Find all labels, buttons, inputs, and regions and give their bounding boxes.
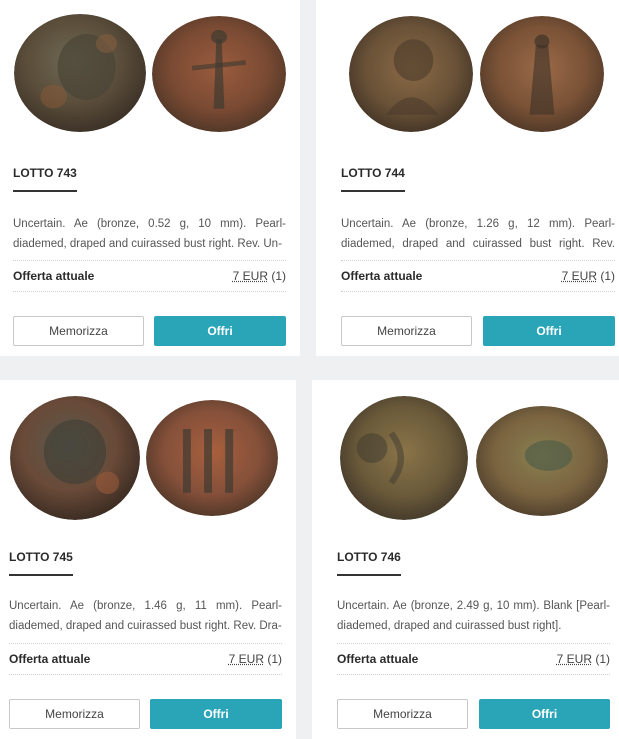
memorize-button[interactable]: Memorizza [341, 316, 472, 346]
lot-title[interactable]: LOTTO 745 [9, 550, 73, 564]
lot-description: Uncertain. Ae (bronze, 1.46 g, 11 mm). P… [9, 600, 282, 632]
lot-card: LOTTO 745 Uncertain. Ae (bronze, 1.46 g,… [0, 380, 296, 739]
title-underline [337, 574, 401, 576]
memorize-button[interactable]: Memorizza [13, 316, 144, 346]
price-amount[interactable]: 7 EUR [562, 269, 597, 283]
bid-count: (1) [267, 652, 282, 666]
offer-label: Offerta attuale [9, 652, 91, 666]
coin-images[interactable] [312, 396, 619, 520]
bid-count: (1) [271, 269, 286, 283]
current-offer-row: Offerta attuale 7 EUR (1) [9, 643, 282, 675]
current-offer-row: Offerta attuale 7 EUR (1) [341, 260, 615, 292]
price-amount[interactable]: 7 EUR [229, 652, 264, 666]
coin-images[interactable] [316, 14, 619, 132]
lot-card: LOTTO 746 Uncertain. Ae (bronze, 2.49 g,… [312, 380, 619, 739]
lot-title[interactable]: LOTTO 744 [341, 166, 405, 180]
coin-obverse-image[interactable] [340, 396, 468, 520]
current-offer-row: Offerta attuale 7 EUR (1) [337, 643, 610, 675]
offer-price: 7 EUR (1) [229, 652, 282, 666]
title-underline [341, 190, 405, 192]
coin-images[interactable] [0, 14, 300, 132]
price-amount[interactable]: 7 EUR [557, 652, 592, 666]
lot-description: Uncertain. Ae (bronze, 0.52 g, 10 mm). P… [13, 218, 286, 250]
offer-label: Offerta attuale [341, 269, 423, 283]
coin-obverse-image[interactable] [10, 396, 140, 520]
coin-images[interactable] [0, 396, 296, 520]
price-amount[interactable]: 7 EUR [233, 269, 268, 283]
coin-reverse-image[interactable] [146, 400, 278, 516]
lot-description: Uncertain. Ae (bronze, 1.26 g, 12 mm). P… [341, 218, 615, 250]
coin-obverse-image[interactable] [349, 16, 473, 132]
current-offer-row: Offerta attuale 7 EUR (1) [13, 260, 286, 292]
memorize-button[interactable]: Memorizza [9, 699, 140, 729]
lot-card: LOTTO 743 Uncertain. Ae (bronze, 0.52 g,… [0, 0, 300, 356]
memorize-button[interactable]: Memorizza [337, 699, 468, 729]
bid-button[interactable]: Offri [154, 316, 286, 346]
bid-count: (1) [595, 652, 610, 666]
coin-obverse-image[interactable] [14, 14, 146, 132]
bid-button[interactable]: Offri [483, 316, 615, 346]
bid-button[interactable]: Offri [150, 699, 282, 729]
offer-price: 7 EUR (1) [233, 269, 286, 283]
coin-reverse-image[interactable] [152, 16, 286, 132]
offer-label: Offerta attuale [337, 652, 419, 666]
lot-title[interactable]: LOTTO 743 [13, 166, 77, 180]
offer-price: 7 EUR (1) [557, 652, 610, 666]
lot-card: LOTTO 744 Uncertain. Ae (bronze, 1.26 g,… [316, 0, 619, 356]
bid-button[interactable]: Offri [479, 699, 610, 729]
title-underline [9, 574, 73, 576]
title-underline [13, 190, 77, 192]
bid-count: (1) [600, 269, 615, 283]
coin-reverse-image[interactable] [476, 406, 608, 516]
coin-reverse-image[interactable] [480, 16, 604, 132]
offer-label: Offerta attuale [13, 269, 95, 283]
lot-description: Uncertain. Ae (bronze, 2.49 g, 10 mm). B… [337, 600, 610, 632]
offer-price: 7 EUR (1) [562, 269, 615, 283]
lot-title[interactable]: LOTTO 746 [337, 550, 401, 564]
